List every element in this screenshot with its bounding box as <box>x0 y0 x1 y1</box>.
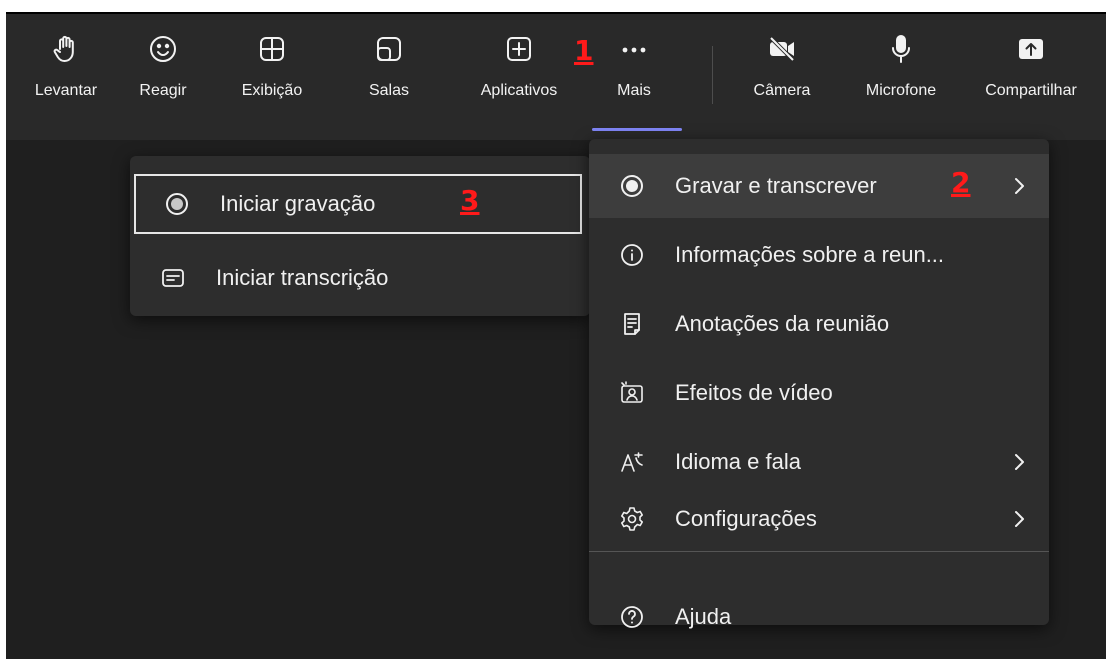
apps-button[interactable]: Aplicativos <box>464 34 574 134</box>
active-tab-indicator <box>592 128 682 131</box>
toolbar-divider <box>712 46 713 104</box>
grid-view-icon <box>257 34 287 64</box>
apps-label: Aplicativos <box>480 82 558 99</box>
annotation-marker-2: 2 <box>951 166 971 199</box>
start-transcription-item[interactable]: Iniciar transcrição <box>130 246 590 310</box>
share-screen-icon <box>1016 34 1046 64</box>
transcript-icon <box>160 265 186 291</box>
language-speech-item[interactable]: Idioma e fala <box>589 430 1049 494</box>
chevron-right-icon <box>1011 175 1027 197</box>
microphone-icon <box>886 34 916 64</box>
react-label: Reagir <box>139 82 187 99</box>
help-item[interactable]: Ajuda <box>589 585 1049 649</box>
smiley-icon <box>148 34 178 64</box>
rooms-button[interactable]: Salas <box>359 34 419 134</box>
meeting-notes-label: Anotações da reunião <box>675 311 890 336</box>
settings-item[interactable]: Configurações <box>589 487 1049 551</box>
record-icon <box>619 173 645 199</box>
video-effects-item[interactable]: Efeitos de vídeo <box>589 361 1049 425</box>
rooms-icon <box>374 34 404 64</box>
start-recording-item[interactable]: Iniciar gravação 3 <box>134 174 582 234</box>
more-button[interactable]: Mais <box>602 34 666 134</box>
more-options-menu: Gravar e transcrever 2 Informações sobre… <box>589 139 1049 629</box>
settings-label: Configurações <box>675 506 817 531</box>
raise-hand-label: Levantar <box>34 82 98 99</box>
meeting-window: Levantar Reagir Exibição Salas Aplicativ… <box>6 12 1106 659</box>
view-button[interactable]: Exibição <box>230 34 314 134</box>
video-effects-label: Efeitos de vídeo <box>675 380 833 405</box>
share-button[interactable]: Compartilhar <box>966 34 1096 134</box>
rooms-label: Salas <box>368 82 410 99</box>
start-recording-label: Iniciar gravação <box>220 191 376 216</box>
video-effects-icon <box>619 380 645 406</box>
language-icon <box>619 449 645 475</box>
meeting-notes-item[interactable]: Anotações da reunião <box>589 292 1049 356</box>
raise-hand-button[interactable]: Levantar <box>22 34 110 134</box>
meeting-toolbar: Levantar Reagir Exibição Salas Aplicativ… <box>6 14 1106 140</box>
view-label: Exibição <box>241 82 303 99</box>
camera-label: Câmera <box>753 82 811 99</box>
annotation-marker-1: 1 <box>574 34 594 67</box>
more-dots-icon <box>619 34 649 64</box>
language-speech-label: Idioma e fala <box>675 449 801 474</box>
chevron-right-icon <box>1011 451 1027 473</box>
chevron-right-icon <box>1011 508 1027 530</box>
help-icon <box>619 604 645 630</box>
camera-button[interactable]: Câmera <box>740 34 824 134</box>
info-icon <box>619 242 645 268</box>
annotation-marker-3: 3 <box>460 184 480 217</box>
microphone-label: Microfone <box>865 82 937 99</box>
menu-divider <box>589 551 1049 552</box>
record-icon <box>164 191 190 217</box>
microphone-button[interactable]: Microfone <box>846 34 956 134</box>
meeting-info-label: Informações sobre a reun... <box>675 242 945 267</box>
record-and-transcribe-label: Gravar e transcrever <box>675 173 877 198</box>
notes-icon <box>619 311 645 337</box>
raise-hand-icon <box>51 34 81 64</box>
more-label: Mais <box>617 82 651 99</box>
record-transcribe-submenu: Iniciar gravação 3 Iniciar transcrição <box>130 156 590 316</box>
gear-icon <box>619 506 645 532</box>
add-app-icon <box>504 34 534 64</box>
camera-off-icon <box>767 34 797 64</box>
share-label: Compartilhar <box>985 82 1077 99</box>
meeting-info-item[interactable]: Informações sobre a reun... <box>589 223 1049 287</box>
react-button[interactable]: Reagir <box>133 34 193 134</box>
help-label: Ajuda <box>675 604 732 629</box>
record-and-transcribe-item[interactable]: Gravar e transcrever 2 <box>589 154 1049 218</box>
start-transcription-label: Iniciar transcrição <box>216 265 389 290</box>
